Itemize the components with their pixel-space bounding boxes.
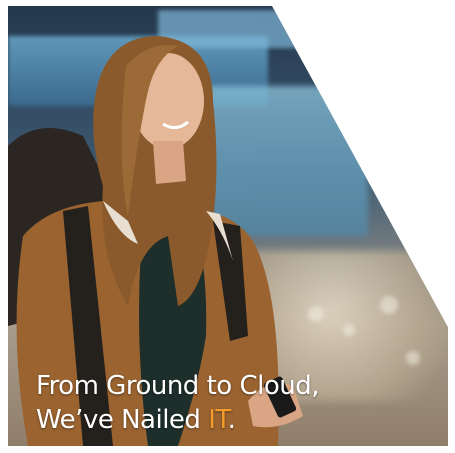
hero-banner: From Ground to Cloud, We’ve Nailed IT. (8, 6, 448, 446)
headline-line-2-suffix: . (227, 405, 236, 435)
headline-accent-it: IT (208, 405, 228, 435)
headline-line-1: From Ground to Cloud, (36, 371, 319, 401)
headline-line-2-prefix: We’ve Nailed (36, 405, 209, 435)
neck (153, 141, 186, 184)
headline: From Ground to Cloud, We’ve Nailed IT. (36, 369, 319, 437)
